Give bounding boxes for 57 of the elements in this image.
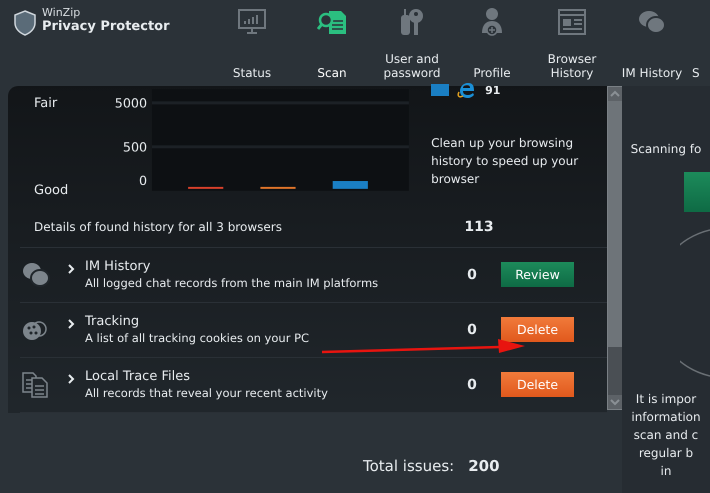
category-description: A list of all tracking cookies on your PC [85, 331, 310, 346]
info-text-line: in [660, 463, 672, 480]
scroll-up-icon[interactable] [608, 87, 622, 101]
scale-label: 5000 [115, 96, 148, 111]
category-title: Tracking [85, 314, 140, 330]
nav-tab[interactable]: S [692, 0, 710, 86]
issue-count: 0 [466, 266, 478, 283]
app-title: Privacy Protector [42, 19, 170, 34]
nav-tab[interactable]: Browser History [532, 0, 612, 86]
category-description: All logged chat records from the main IM platforms [85, 276, 380, 290]
scrollbar[interactable] [607, 86, 623, 410]
info-text-line: information [631, 409, 701, 426]
category-description: All records that reveal your recent activity [85, 386, 329, 400]
monitor-icon [238, 9, 266, 35]
summary-label: Details of found history for all 3 browsers [34, 220, 283, 234]
chevron-icon[interactable] [68, 374, 75, 384]
browser-tip-text: Clean up your browsing history to speed up your browser [431, 135, 580, 188]
issue-count: 0 [466, 322, 478, 338]
user-add-icon [480, 7, 504, 37]
level-label: Fair [34, 96, 58, 111]
chart-bar [188, 186, 224, 189]
scan-status-text: Scanning fo [630, 142, 702, 156]
summary-count: 113 [463, 219, 495, 236]
info-text-line: scan and c [634, 427, 698, 444]
brand-name: WinZip [42, 6, 82, 19]
nav-tab[interactable]: IM History [612, 0, 692, 86]
action-button[interactable]: Review [501, 262, 574, 288]
legend-swatch [431, 84, 450, 96]
browser-window-icon [558, 9, 586, 35]
total-value: 200 [468, 457, 500, 475]
category-title: Local Trace Files [85, 369, 191, 384]
chevron-icon[interactable] [68, 318, 75, 329]
keys-icon [399, 7, 425, 37]
info-text-line: It is impor [636, 391, 696, 408]
chat-bubbles-icon [22, 262, 50, 288]
scale-label: 500 [123, 140, 148, 155]
total-label: Total issues: [363, 457, 454, 475]
nav-tab[interactable]: Status [212, 0, 292, 86]
level-label: Good [34, 183, 70, 198]
chart-bar [260, 186, 296, 189]
scroll-thumb[interactable] [608, 101, 622, 347]
info-text-line: regular b [638, 445, 694, 462]
magnifier-document-icon [317, 9, 347, 35]
legend-value: 91 [485, 84, 500, 96]
nav-tab[interactable]: User and password [372, 0, 452, 86]
nav-tab[interactable]: Scan [292, 0, 372, 86]
chart-bar [332, 181, 368, 189]
issue-count: 0 [466, 376, 478, 393]
category-title: IM History [85, 259, 152, 274]
shield-logo-icon [14, 10, 36, 36]
chevron-icon[interactable] [68, 264, 75, 274]
cookie-icon [22, 318, 48, 341]
scale-label: 0 [139, 172, 148, 188]
scroll-down-icon[interactable] [608, 395, 622, 409]
nav-tab[interactable]: Profile [452, 0, 532, 86]
chat-bubbles-icon [638, 9, 666, 35]
documents-icon [22, 372, 48, 398]
